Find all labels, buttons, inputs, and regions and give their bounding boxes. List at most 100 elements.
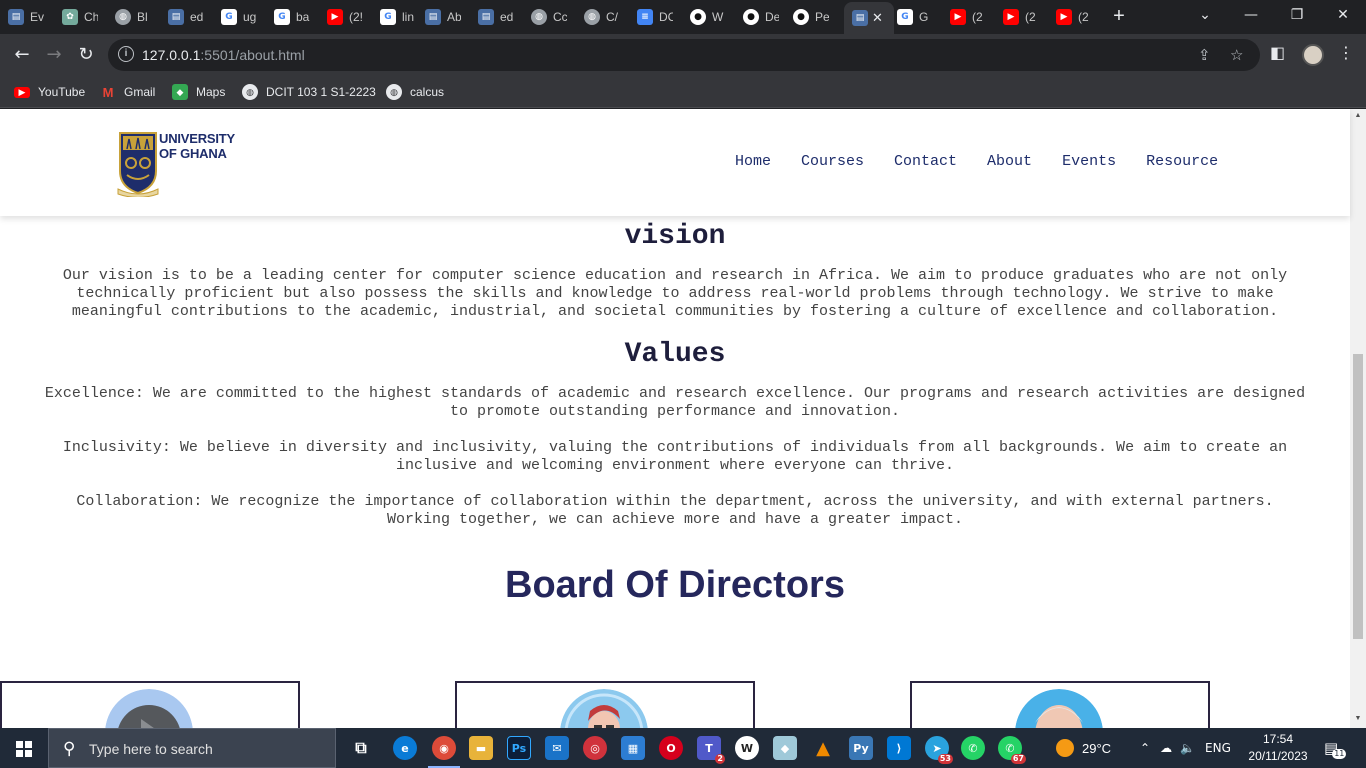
nav-events[interactable]: Events <box>1062 153 1116 170</box>
tab-title: DC <box>659 10 673 24</box>
chrome-icon[interactable]: ◉ <box>428 736 460 768</box>
bookmark-item[interactable]: ◍ calcus <box>386 82 444 102</box>
browser-tab[interactable]: ▶ (2 <box>950 4 994 30</box>
nav-contact[interactable]: Contact <box>894 153 957 170</box>
value-collaboration: Collaboration: We recognize the importan… <box>0 493 1350 529</box>
doc-icon: ▤ <box>478 9 494 25</box>
browser-tab[interactable]: ● Pe <box>793 4 837 30</box>
tab-strip: + ⌄ — ❐ ✕ ▤ Ev ✿ Ch ◍ Bl ▤ ed Gug Gba ▶ (2! Glin ▤ Ab ▤… <box>0 0 1366 34</box>
browser-tab[interactable]: GG <box>897 4 941 30</box>
close-tab-icon[interactable]: ✕ <box>872 10 883 26</box>
gmail-icon: M <box>102 84 114 100</box>
value-line: inclusive and welcoming environment wher… <box>395 457 955 474</box>
page-scrollbar[interactable]: ▲ ▼ <box>1350 109 1366 728</box>
browser-tab[interactable]: Gba <box>274 4 318 30</box>
teams-badge: 2 <box>715 754 725 764</box>
browser-tab[interactable]: ▤ ed <box>168 4 212 30</box>
network-icon[interactable]: ☁ <box>1160 741 1172 755</box>
bookmark-item[interactable]: ◆ Maps <box>172 82 225 102</box>
bookmark-item[interactable]: ◍ DCIT 103 1 S1-2223 <box>242 82 376 102</box>
nav-courses[interactable]: Courses <box>801 153 864 170</box>
forward-button[interactable]: → <box>42 43 66 67</box>
browser-tab[interactable]: ▤ ed <box>478 4 522 30</box>
opera-icon[interactable]: O <box>659 736 683 760</box>
browser-tab[interactable]: ≡ DC <box>637 4 681 30</box>
browser-tab[interactable]: ▤ ✕ <box>844 2 894 34</box>
browser-tab[interactable]: Glin <box>380 4 424 30</box>
bookmark-item[interactable]: ▶ YouTube <box>14 82 85 102</box>
nav-home[interactable]: Home <box>735 153 771 170</box>
scroll-up-arrow-icon[interactable]: ▲ <box>1350 109 1366 123</box>
vision-line: technically proficient but also possess … <box>76 285 1274 302</box>
side-panel-icon[interactable]: ◧ <box>1270 43 1285 62</box>
browser-tab[interactable]: ▤ Ev <box>8 4 52 30</box>
profile-avatar[interactable] <box>1302 44 1324 66</box>
browser-tab[interactable]: ◍ Cc <box>531 4 575 30</box>
telegram-icon[interactable]: ➤ 53 <box>925 736 953 764</box>
address-bar[interactable]: i 127.0.0.1:5501/about.html ⇪ ☆ <box>108 39 1260 71</box>
whatsapp-icon[interactable]: ✆ <box>961 736 985 760</box>
browser-tab[interactable]: Gug <box>221 4 265 30</box>
site-nav: Home Courses Contact About Events Resour… <box>735 153 1248 170</box>
director-card[interactable] <box>455 681 755 728</box>
browser-tab[interactable]: ● W <box>690 4 734 30</box>
tray-icons[interactable]: ⌃ ☁ 🔈 ENG <box>1140 728 1231 768</box>
menu-icon[interactable]: ⋮ <box>1338 43 1354 62</box>
app-w-icon[interactable]: W <box>735 736 759 760</box>
nav-about[interactable]: About <box>987 153 1032 170</box>
browser-tab[interactable]: ◍ C/ <box>584 4 628 30</box>
windows-start-icon[interactable] <box>0 728 48 768</box>
vscode-icon[interactable]: ⟩ <box>887 736 911 760</box>
bookmark-star-icon[interactable]: ☆ <box>1230 46 1243 64</box>
logo-line-2: OF GHANA <box>159 146 227 161</box>
weather-widget[interactable]: 29°C <box>1056 728 1111 768</box>
app-icon[interactable]: ◆ <box>773 736 797 760</box>
store-icon[interactable]: ▦ <box>621 736 645 760</box>
doc-icon: ▤ <box>8 9 24 25</box>
back-button[interactable]: ← <box>10 43 34 67</box>
chevron-up-icon[interactable]: ⌃ <box>1140 741 1150 755</box>
site-header: UNIVERSITY OF GHANA Home Courses Contact… <box>0 109 1350 216</box>
vlc-icon[interactable]: ▲ <box>811 736 835 760</box>
edge-icon[interactable]: e <box>393 736 417 760</box>
photoshop-icon[interactable]: Ps <box>507 736 531 760</box>
bookmark-item[interactable]: M Gmail <box>100 82 156 102</box>
language-indicator[interactable]: ENG <box>1205 741 1231 755</box>
director-card[interactable] <box>910 681 1210 728</box>
tab-search-button[interactable]: ⌄ <box>1182 0 1228 30</box>
scroll-down-arrow-icon[interactable]: ▼ <box>1350 712 1366 726</box>
minimize-button[interactable]: — <box>1228 0 1274 30</box>
university-logo[interactable]: UNIVERSITY OF GHANA <box>117 131 235 197</box>
site-info-icon[interactable]: i <box>118 46 134 62</box>
app-icon[interactable]: ◎ <box>583 736 607 760</box>
close-window-button[interactable]: ✕ <box>1320 0 1366 30</box>
reload-button[interactable]: ↻ <box>74 43 98 67</box>
browser-tab[interactable]: ● De <box>743 4 787 30</box>
clock[interactable]: 17:54 20/11/2023 <box>1248 731 1308 765</box>
mail-icon[interactable]: ✉ <box>545 736 569 760</box>
restore-button[interactable]: ❐ <box>1274 0 1320 30</box>
python-icon[interactable]: Py <box>849 736 873 760</box>
whatsapp-business-icon[interactable]: ✆ 67 <box>998 736 1026 764</box>
new-tab-button[interactable]: + <box>1109 5 1129 27</box>
teams-icon[interactable]: T2 <box>697 736 725 764</box>
volume-icon[interactable]: 🔈 <box>1180 741 1195 755</box>
notification-count: 11 <box>1332 749 1347 759</box>
tab-title: ba <box>296 10 310 24</box>
browser-tab[interactable]: ▶ (2 <box>1003 4 1047 30</box>
search-placeholder: Type here to search <box>89 741 213 757</box>
share-icon[interactable]: ⇪ <box>1198 46 1211 64</box>
browser-tab[interactable]: ▶ (2! <box>327 4 371 30</box>
file-explorer-icon[interactable]: ▬ <box>469 736 493 760</box>
scrollbar-thumb[interactable] <box>1353 354 1363 639</box>
notification-center-icon[interactable]: ▤ 11 <box>1324 728 1347 768</box>
director-card[interactable] <box>0 681 300 728</box>
browser-tab[interactable]: ◍ Bl <box>115 4 159 30</box>
task-view-icon[interactable]: ⧉ <box>349 736 373 760</box>
browser-tab[interactable]: ▶ (2 <box>1056 4 1100 30</box>
nav-resource[interactable]: Resource <box>1146 153 1218 170</box>
taskbar-search[interactable]: ⚲ Type here to search <box>48 728 336 768</box>
browser-tab[interactable]: ✿ Ch <box>62 4 106 30</box>
bookmark-label: Maps <box>196 85 226 99</box>
browser-tab[interactable]: ▤ Ab <box>425 4 469 30</box>
